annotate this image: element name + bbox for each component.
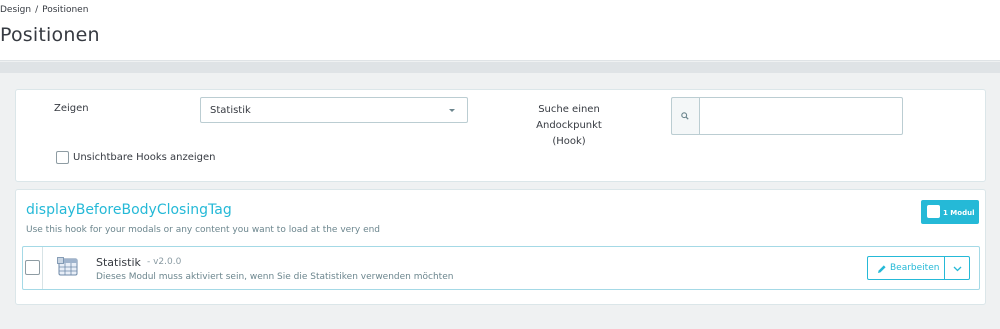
search-addon (671, 97, 699, 135)
search-hook-label-line2: (Hook) (552, 136, 586, 147)
breadcrumb-current[interactable]: Positionen (42, 5, 88, 15)
module-select-checkbox[interactable] (25, 260, 40, 275)
module-count-label: 1 Modul (943, 209, 975, 217)
module-select[interactable]: Statistik (200, 97, 468, 123)
actions-dropdown-button[interactable] (944, 256, 970, 280)
row-divider (42, 247, 43, 289)
search-hook-label: Suche einen Andockpunkt (Hook) (504, 102, 634, 150)
edit-button-label: Bearbeiten (890, 263, 940, 273)
module-name: Statistik (96, 256, 141, 269)
module-version: - v2.0.0 (147, 257, 182, 267)
module-row: Statistik - v2.0.0 Dieses Modul muss akt… (22, 246, 980, 290)
breadcrumb-separator: / (35, 5, 39, 15)
caret-down-icon (449, 109, 455, 112)
table-icon (57, 257, 78, 276)
search-hook-input[interactable] (699, 97, 903, 135)
chevron-down-icon (953, 266, 962, 272)
page-header: Design / Positionen Positionen (0, 0, 1000, 61)
select-all-checkbox[interactable] (927, 205, 940, 218)
show-label: Zeigen (54, 103, 89, 114)
module-select-value: Statistik (210, 105, 251, 116)
hidden-hooks-checkbox[interactable] (56, 147, 69, 166)
search-icon (681, 112, 689, 120)
hook-panel: displayBeforeBodyClosingTag Use this hoo… (15, 189, 986, 305)
hook-description: Use this hook for your modals or any con… (26, 225, 381, 235)
module-count-badge[interactable]: 1 Modul (921, 200, 979, 224)
module-description: Dieses Modul muss aktiviert sein, wenn S… (96, 272, 454, 282)
edit-button[interactable]: Bearbeiten (867, 256, 945, 280)
hidden-hooks-label[interactable]: Unsichtbare Hooks anzeigen (73, 152, 216, 163)
filter-panel: Zeigen Statistik Suche einen Andockpunkt… (15, 89, 986, 182)
search-hook-label-line1: Suche einen Andockpunkt (536, 104, 602, 131)
header-divider (0, 62, 1000, 73)
pencil-icon (878, 265, 886, 273)
page-title: Positionen (0, 24, 100, 46)
breadcrumb-parent[interactable]: Design (0, 5, 31, 15)
breadcrumb: Design / Positionen (0, 5, 88, 15)
hook-title: displayBeforeBodyClosingTag (26, 202, 232, 218)
